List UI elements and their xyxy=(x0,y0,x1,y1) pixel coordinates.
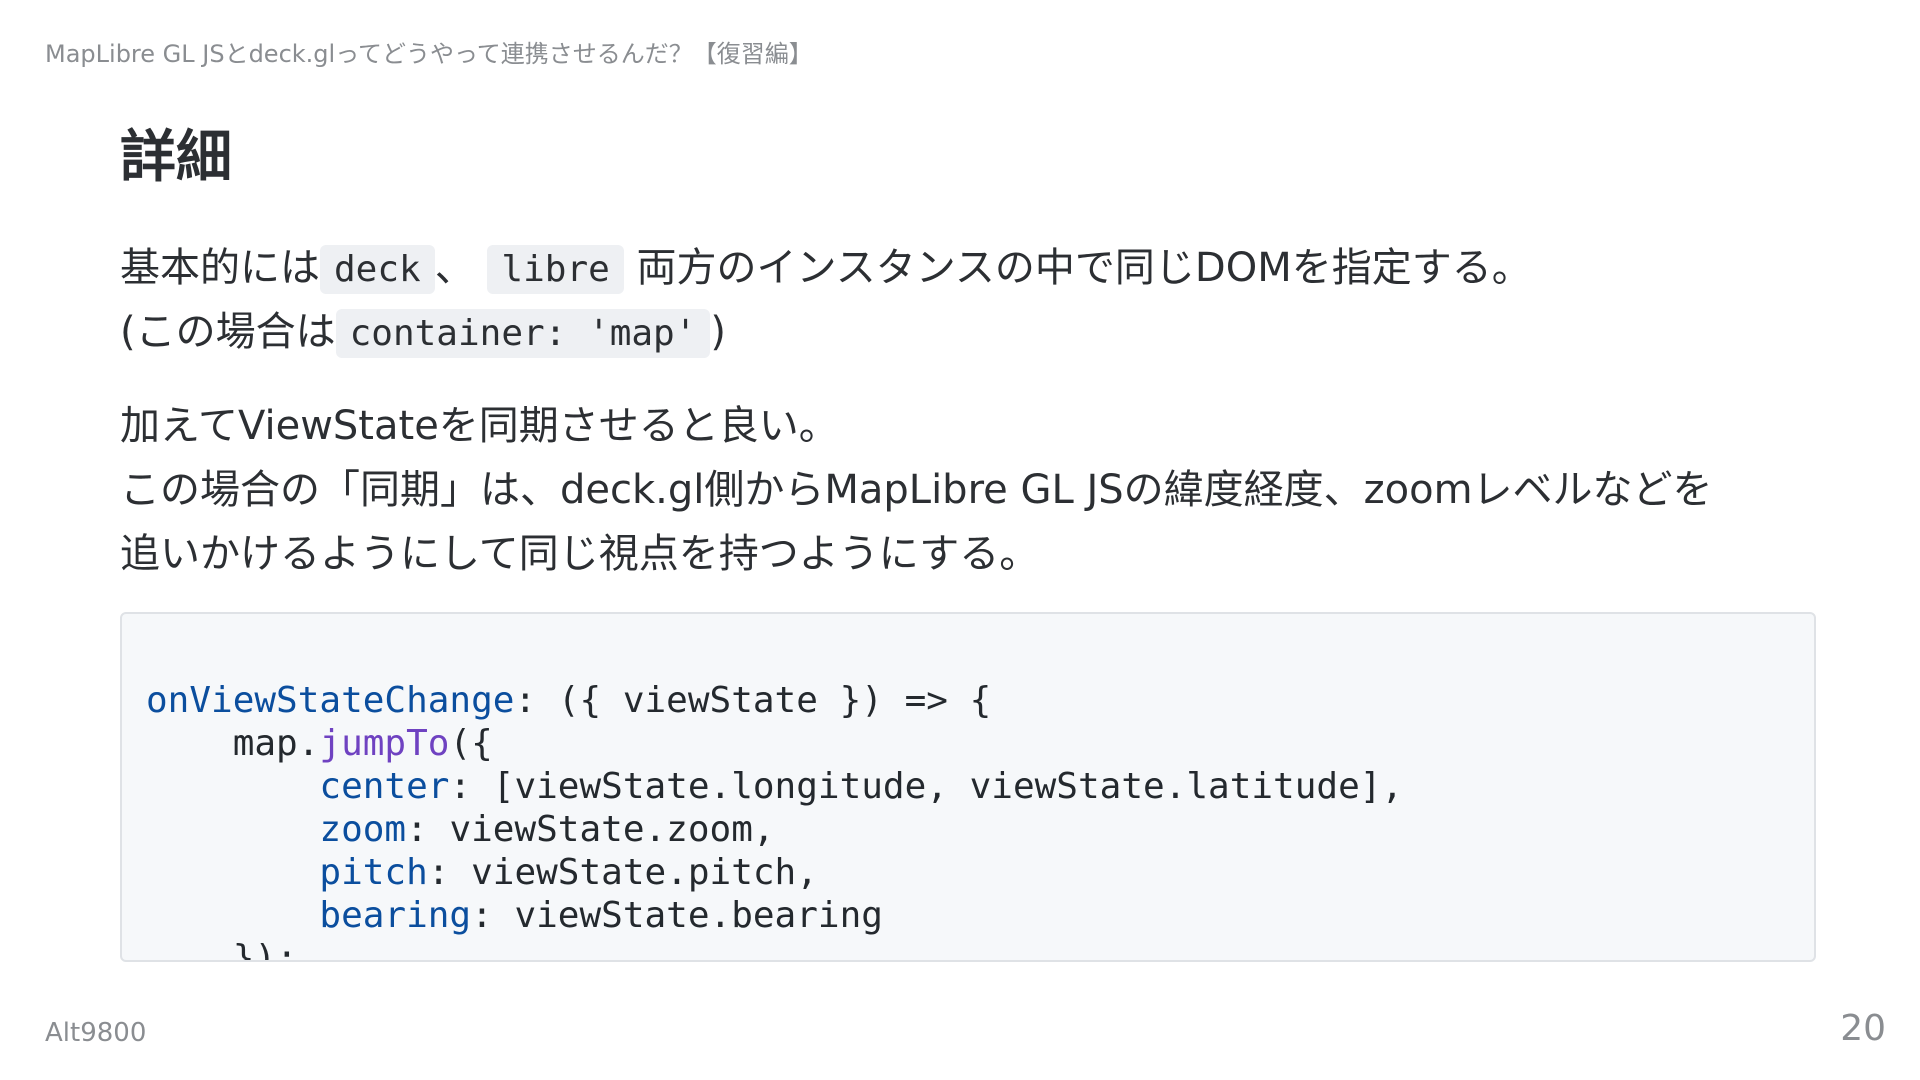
code-token: map. xyxy=(146,723,320,764)
paragraph-line: この場合の「同期」は、deck.gl側からMapLibre GL JSの緯度経度… xyxy=(120,467,1713,513)
paragraph-line: 基本的には deck、 libre 両方のインスタンスの中で同じDOMを指定する。 xyxy=(120,236,1532,300)
paragraph-line: 追いかけるようにして同じ視点を持つようにする。 xyxy=(120,531,1040,577)
code-token: bearing xyxy=(319,895,472,936)
code-line: map.jumpTo({ xyxy=(146,722,1790,765)
code-token: center xyxy=(319,766,450,807)
code-line: onViewStateChange: ({ viewState }) => { xyxy=(146,679,1790,722)
text-segment: ) xyxy=(710,309,726,355)
code-line: pitch: viewState.pitch, xyxy=(146,851,1790,894)
code-token: jumpTo xyxy=(319,723,450,764)
code-token: : viewState.bearing xyxy=(471,895,883,936)
code-token: pitch xyxy=(319,852,428,893)
code-token: }); xyxy=(146,938,298,962)
slide-title: 詳細 xyxy=(120,125,232,190)
code-block-view-state-change: onViewStateChange: ({ viewState }) => { … xyxy=(120,612,1816,962)
code-token: onViewStateChange xyxy=(146,680,515,721)
author-footer: Alt9800 xyxy=(45,1018,147,1048)
paragraph-viewstate-sync: 加えてViewStateを同期させると良い。 この場合の「同期」は、deck.g… xyxy=(120,394,1713,586)
text-segment: 両方のインスタンスの中で同じDOMを指定する。 xyxy=(636,245,1532,291)
slide: MapLibre GL JSとdeck.glってどうやって連携させるんだ？【復習… xyxy=(0,0,1920,1080)
code-line: bearing: viewState.bearing xyxy=(146,894,1790,937)
code-line: center: [viewState.longitude, viewState.… xyxy=(146,765,1790,808)
deck-title-header: MapLibre GL JSとdeck.glってどうやって連携させるんだ？【復習… xyxy=(45,40,813,68)
paragraph-line: 加えてViewStateを同期させると良い。 xyxy=(120,403,839,449)
code-token: : ({ viewState }) => { xyxy=(514,680,992,721)
code-token: zoom xyxy=(319,809,407,850)
code-line: zoom: viewState.zoom, xyxy=(146,808,1790,851)
code-token: : viewState.zoom, xyxy=(406,809,775,850)
paragraph-dom-container: 基本的には deck、 libre 両方のインスタンスの中で同じDOMを指定する。… xyxy=(120,236,1532,364)
code-line: }); xyxy=(146,937,1790,962)
page-number: 20 xyxy=(1840,1008,1886,1049)
text-segment: 、 xyxy=(434,245,475,291)
text-segment: 基本的には xyxy=(120,245,320,291)
inline-code-deck: deck xyxy=(320,245,435,294)
inline-code-libre: libre xyxy=(487,245,624,294)
paragraph-line: (この場合は container: 'map') xyxy=(120,300,1532,364)
code-token: : viewState.pitch, xyxy=(427,852,818,893)
inline-code-container: container: 'map' xyxy=(335,309,711,358)
text-segment: (この場合は xyxy=(120,309,336,355)
code-token: : [viewState.longitude, viewState.latitu… xyxy=(449,766,1404,807)
code-token: ({ xyxy=(449,723,493,764)
